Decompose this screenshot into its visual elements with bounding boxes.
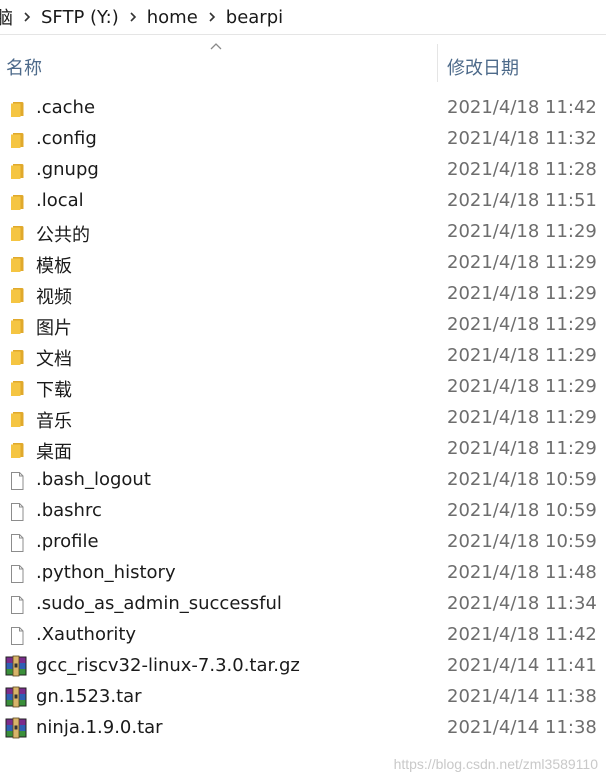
- sort-ascending-icon: [210, 43, 222, 50]
- column-header-date-modified[interactable]: 修改日期: [447, 54, 519, 80]
- file-row[interactable]: .profile 2021/4/18 10:59: [0, 527, 606, 558]
- date-modified: 2021/4/18 11:29: [447, 376, 597, 397]
- date-modified: 2021/4/18 11:29: [447, 221, 597, 242]
- file-row[interactable]: 桌面 2021/4/18 11:29: [0, 434, 606, 465]
- file-row[interactable]: 公共的 2021/4/18 11:29: [0, 217, 606, 248]
- file-name: 文档: [36, 349, 72, 370]
- date-modified: 2021/4/18 11:29: [447, 252, 597, 273]
- date-modified: 2021/4/18 11:42: [447, 97, 597, 118]
- file-name: 下载: [36, 380, 72, 401]
- file-name: .bashrc: [36, 500, 102, 521]
- folder-icon: [7, 161, 27, 181]
- date-modified: 2021/4/14 11:41: [447, 655, 597, 676]
- date-modified: 2021/4/18 10:59: [447, 500, 597, 521]
- file-row[interactable]: .bashrc 2021/4/18 10:59: [0, 496, 606, 527]
- file-icon: [7, 502, 27, 522]
- file-name: 公共的: [36, 225, 90, 246]
- breadcrumb-item[interactable]: bearpi: [222, 7, 287, 28]
- chevron-right-icon[interactable]: [17, 0, 37, 34]
- folder-icon: [7, 254, 27, 274]
- date-modified: 2021/4/18 10:59: [447, 531, 597, 552]
- file-name: .sudo_as_admin_successful: [36, 593, 282, 614]
- chevron-right-icon[interactable]: [123, 0, 143, 34]
- file-row[interactable]: gcc_riscv32-linux-7.3.0.tar.gz 2021/4/14 …: [0, 651, 606, 682]
- archive-icon: [5, 686, 27, 708]
- date-modified: 2021/4/18 11:32: [447, 128, 597, 149]
- date-modified: 2021/4/18 11:48: [447, 562, 597, 583]
- date-modified: 2021/4/18 11:42: [447, 624, 597, 645]
- date-modified: 2021/4/18 11:29: [447, 345, 597, 366]
- column-divider[interactable]: [437, 44, 438, 82]
- breadcrumb-item[interactable]: SFTP (Y:): [37, 7, 123, 28]
- file-icon: [7, 595, 27, 615]
- file-name: 桌面: [36, 442, 72, 463]
- file-name: .cache: [36, 97, 96, 118]
- chevron-right-icon[interactable]: [202, 0, 222, 34]
- archive-icon: [5, 655, 27, 677]
- watermark: https://blog.csdn.net/zml3589110: [393, 756, 598, 772]
- file-row[interactable]: .sudo_as_admin_successful 2021/4/18 11:34: [0, 589, 606, 620]
- file-name: .bash_logout: [36, 469, 151, 490]
- file-name: 图片: [36, 318, 72, 339]
- file-name: .local: [36, 190, 84, 211]
- file-name: 模板: [36, 256, 72, 277]
- folder-icon: [7, 130, 27, 150]
- date-modified: 2021/4/18 10:59: [447, 469, 597, 490]
- date-modified: 2021/4/18 11:29: [447, 407, 597, 428]
- file-name: .gnupg: [36, 159, 99, 180]
- file-row[interactable]: 下载 2021/4/18 11:29: [0, 372, 606, 403]
- date-modified: 2021/4/18 11:29: [447, 438, 597, 459]
- file-name: ninja.1.9.0.tar: [36, 717, 163, 738]
- folder-icon: [7, 347, 27, 367]
- file-icon: [7, 533, 27, 553]
- date-modified: 2021/4/18 11:34: [447, 593, 597, 614]
- file-row[interactable]: 文档 2021/4/18 11:29: [0, 341, 606, 372]
- file-row[interactable]: .python_history 2021/4/18 11:48: [0, 558, 606, 589]
- date-modified: 2021/4/18 11:29: [447, 283, 597, 304]
- file-name: .python_history: [36, 562, 176, 583]
- archive-icon: [5, 717, 27, 739]
- file-row[interactable]: .Xauthority 2021/4/18 11:42: [0, 620, 606, 651]
- file-name: gn.1523.tar: [36, 686, 142, 707]
- date-modified: 2021/4/18 11:29: [447, 314, 597, 335]
- file-name: .Xauthority: [36, 624, 137, 645]
- file-name: 音乐: [36, 411, 72, 432]
- folder-icon: [7, 409, 27, 429]
- file-row[interactable]: .config 2021/4/18 11:32: [0, 124, 606, 155]
- file-icon: [7, 626, 27, 646]
- date-modified: 2021/4/18 11:51: [447, 190, 597, 211]
- file-name: .config: [36, 128, 97, 149]
- breadcrumb: 脑 SFTP (Y:) home bearpi: [0, 0, 606, 35]
- folder-icon: [7, 223, 27, 243]
- column-header-name[interactable]: 名称: [6, 54, 42, 80]
- folder-icon: [7, 440, 27, 460]
- column-header: 名称 修改日期: [0, 36, 606, 92]
- file-row[interactable]: .cache 2021/4/18 11:42: [0, 93, 606, 124]
- file-icon: [7, 471, 27, 491]
- folder-icon: [7, 316, 27, 336]
- file-row[interactable]: ninja.1.9.0.tar 2021/4/14 11:38: [0, 713, 606, 744]
- file-row[interactable]: 视频 2021/4/18 11:29: [0, 279, 606, 310]
- file-row[interactable]: 音乐 2021/4/18 11:29: [0, 403, 606, 434]
- file-row[interactable]: 图片 2021/4/18 11:29: [0, 310, 606, 341]
- file-icon: [7, 564, 27, 584]
- file-row[interactable]: .local 2021/4/18 11:51: [0, 186, 606, 217]
- folder-icon: [7, 99, 27, 119]
- file-row[interactable]: .gnupg 2021/4/18 11:28: [0, 155, 606, 186]
- date-modified: 2021/4/14 11:38: [447, 686, 597, 707]
- folder-icon: [7, 285, 27, 305]
- file-name: gcc_riscv32-linux-7.3.0.tar.gz: [36, 655, 300, 676]
- folder-icon: [7, 378, 27, 398]
- breadcrumb-item[interactable]: 脑: [0, 4, 17, 30]
- folder-icon: [7, 192, 27, 212]
- breadcrumb-item[interactable]: home: [143, 7, 202, 28]
- file-row[interactable]: gn.1523.tar 2021/4/14 11:38: [0, 682, 606, 713]
- file-name: 视频: [36, 287, 72, 308]
- file-name: .profile: [36, 531, 99, 552]
- file-row[interactable]: .bash_logout 2021/4/18 10:59: [0, 465, 606, 496]
- date-modified: 2021/4/18 11:28: [447, 159, 597, 180]
- date-modified: 2021/4/14 11:38: [447, 717, 597, 738]
- file-row[interactable]: 模板 2021/4/18 11:29: [0, 248, 606, 279]
- file-list: .cache 2021/4/18 11:42 .config 2021/4/18 11…: [0, 93, 606, 744]
